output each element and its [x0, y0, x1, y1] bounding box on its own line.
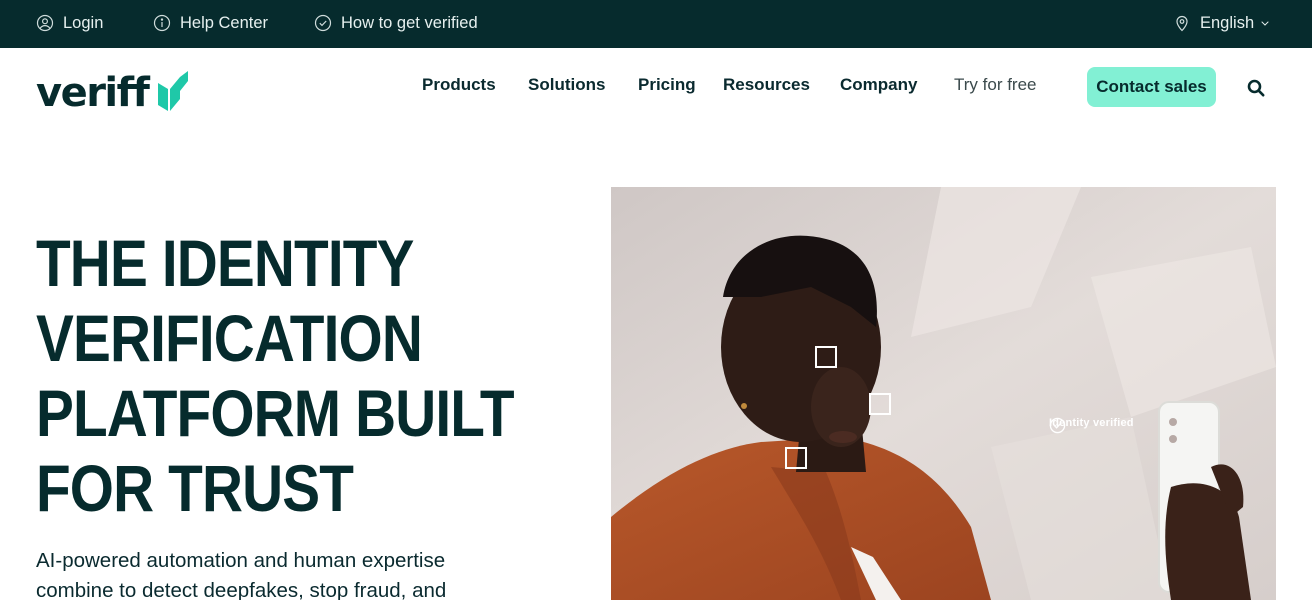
hero-title: THE IDENTITY VERIFICATION PLATFORM BUILT…	[36, 226, 515, 526]
hero-title-line: VERIFICATION	[36, 301, 423, 375]
identity-verified-badge: Identity verified	[1049, 417, 1134, 434]
hero-title-line: PLATFORM BUILT	[36, 376, 515, 450]
logo-wordmark: veriff	[36, 70, 150, 116]
chevron-down-icon	[1261, 21, 1269, 26]
help-center-label: Help Center	[180, 13, 269, 32]
hero-image: Identity verified	[611, 187, 1276, 600]
language-selector[interactable]: English	[1173, 0, 1271, 46]
check-circle-icon	[1049, 417, 1066, 434]
portrait-illustration	[611, 187, 1276, 600]
how-to-get-verified-label: How to get verified	[341, 13, 478, 32]
language-label: English	[1200, 13, 1255, 32]
info-icon	[153, 14, 171, 32]
top-utility-bar: Login Help Center How to get verified En…	[0, 0, 1312, 48]
search-icon[interactable]	[1246, 78, 1266, 98]
help-center-link[interactable]: Help Center	[153, 0, 268, 46]
try-for-free-link[interactable]: Try for free	[954, 75, 1037, 95]
nav-resources[interactable]: Resources	[723, 75, 810, 95]
login-label: Login	[63, 13, 104, 32]
nav-pricing[interactable]: Pricing	[638, 75, 696, 95]
nav-products[interactable]: Products	[422, 75, 496, 95]
how-to-get-verified-link[interactable]: How to get verified	[314, 0, 478, 46]
veriff-logo[interactable]: veriff	[36, 65, 190, 113]
hero-title-line: FOR TRUST	[36, 451, 354, 525]
user-circle-icon	[36, 14, 54, 32]
hero-subtitle: AI-powered automation and human expertis…	[36, 549, 447, 600]
veriff-leaf-icon	[158, 71, 189, 111]
main-navigation: veriff Products Solutions Pricing Resour…	[0, 48, 1312, 126]
location-pin-icon	[1176, 15, 1188, 32]
login-link[interactable]: Login	[36, 0, 103, 46]
hero-title-line: THE IDENTITY	[36, 226, 414, 300]
nav-company[interactable]: Company	[840, 75, 917, 95]
contact-sales-button[interactable]: Contact sales	[1087, 67, 1216, 107]
nav-solutions[interactable]: Solutions	[528, 75, 605, 95]
check-circle-icon	[314, 14, 332, 32]
